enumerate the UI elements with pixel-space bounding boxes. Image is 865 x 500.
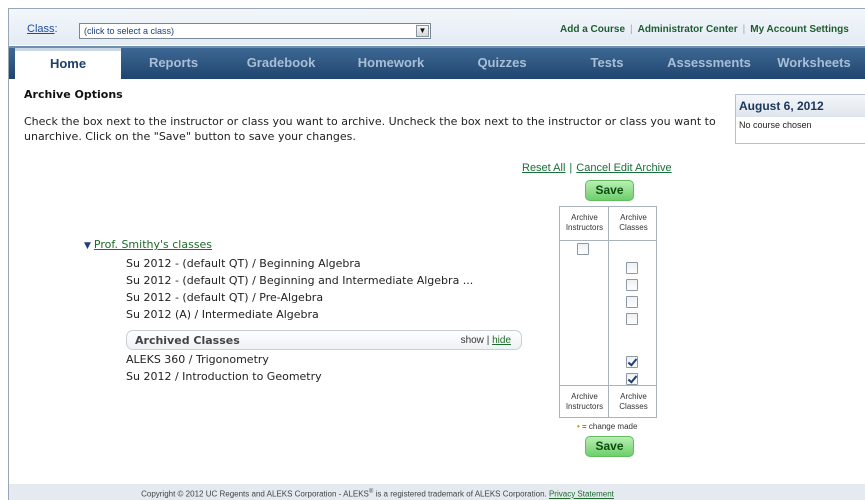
- archived-class-checkbox[interactable]: [626, 356, 638, 368]
- footer: Copyright © 2012 UC Regents and ALEKS Co…: [9, 484, 865, 500]
- tab-worksheets[interactable]: Worksheets: [762, 48, 865, 79]
- archived-class-row: Su 2012 / Introduction to Geometry: [126, 370, 322, 383]
- archived-class-row: ALEKS 360 / Trigonometry: [126, 353, 269, 366]
- tab-assessments[interactable]: Assessments: [656, 48, 762, 79]
- archive-class-checkbox[interactable]: [626, 279, 638, 291]
- class-select-value: (click to select a class): [84, 26, 175, 36]
- privacy-statement-link[interactable]: Privacy Statement: [549, 490, 614, 499]
- tab-tests[interactable]: Tests: [558, 48, 656, 79]
- class-label: Class:: [27, 23, 58, 35]
- archive-instructions: Check the box next to the instructor or …: [24, 115, 716, 143]
- link-separator: |: [630, 24, 633, 35]
- class-link[interactable]: Class: [27, 23, 55, 35]
- class-select[interactable]: (click to select a class) ▼: [79, 23, 431, 39]
- archived-classes-bar: Archived Classes show | hide: [126, 330, 522, 350]
- cancel-edit-archive-link[interactable]: Cancel Edit Archive: [576, 162, 671, 174]
- page-title: Archive Options: [24, 88, 123, 101]
- archive-instructors-header: Archive Instructors: [565, 213, 604, 232]
- tab-gradebook[interactable]: Gradebook: [226, 48, 336, 79]
- change-legend: • = change made: [577, 422, 637, 431]
- archive-class-checkbox[interactable]: [626, 313, 638, 325]
- class-colon: :: [54, 23, 58, 35]
- class-row: Su 2012 - (default QT) / Beginning and I…: [126, 274, 474, 287]
- triangle-down-icon: ▼: [84, 241, 91, 251]
- instructor-name[interactable]: Prof. Smithy's classes: [94, 238, 212, 251]
- page-frame: Class: (click to select a class) ▼ Add a…: [8, 8, 865, 500]
- class-row: Su 2012 (A) / Intermediate Algebra: [126, 308, 319, 321]
- trademark-text: is a registered trademark of ALEKS Corpo…: [373, 489, 549, 499]
- tab-homework[interactable]: Homework: [336, 48, 446, 79]
- archive-class-checkbox[interactable]: [626, 296, 638, 308]
- link-separator: |: [569, 162, 573, 174]
- hide-link[interactable]: hide: [492, 335, 511, 346]
- archive-instructor-checkbox[interactable]: [577, 243, 589, 255]
- instructor-toggle[interactable]: ▼ Prof. Smithy's classes: [84, 238, 212, 251]
- administrator-center-link[interactable]: Administrator Center: [638, 24, 738, 35]
- main-nav: Home Reports Gradebook Homework Quizzes …: [9, 46, 865, 79]
- class-row: Su 2012 - (default QT) / Beginning Algeb…: [126, 257, 361, 270]
- archived-classes-title: Archived Classes: [135, 334, 240, 347]
- save-button-bottom[interactable]: Save: [585, 436, 634, 457]
- account-settings-link[interactable]: My Account Settings: [750, 24, 849, 35]
- date-header: August 6, 2012: [736, 95, 865, 117]
- tab-home[interactable]: Home: [15, 48, 121, 79]
- change-legend-text: = change made: [579, 422, 638, 431]
- date-panel: August 6, 2012 No course chosen: [735, 94, 865, 144]
- toggle-separator: |: [486, 335, 490, 346]
- copyright-text: Copyright © 2012 UC Regents and ALEKS Co…: [141, 489, 369, 499]
- archived-class-checkbox[interactable]: [626, 373, 638, 385]
- archive-checkbox-table: Archive Instructors Archive Classes Arch…: [559, 206, 657, 418]
- show-link[interactable]: show: [461, 335, 484, 346]
- tab-quizzes[interactable]: Quizzes: [446, 48, 558, 79]
- add-course-link[interactable]: Add a Course: [560, 24, 625, 35]
- class-row: Su 2012 - (default QT) / Pre-Algebra: [126, 291, 324, 304]
- edit-links: Reset All | Cancel Edit Archive: [522, 162, 672, 174]
- archived-toggle: show | hide: [461, 335, 511, 346]
- account-links: Add a Course | Administrator Center | My Acc…: [560, 24, 849, 35]
- chevron-down-icon[interactable]: ▼: [416, 25, 429, 37]
- archive-class-checkbox[interactable]: [626, 262, 638, 274]
- class-bar: Class: (click to select a class) ▼ Add a…: [9, 9, 865, 45]
- reset-all-link[interactable]: Reset All: [522, 162, 565, 174]
- archive-instructors-footer: Archive Instructors: [565, 392, 604, 411]
- course-status: No course chosen: [739, 120, 812, 130]
- save-button-top[interactable]: Save: [585, 180, 634, 201]
- header-divider: [560, 240, 656, 241]
- archive-classes-header: Archive Classes: [619, 213, 648, 232]
- archive-classes-footer: Archive Classes: [619, 392, 648, 411]
- link-separator: |: [742, 24, 746, 35]
- tab-reports[interactable]: Reports: [121, 48, 226, 79]
